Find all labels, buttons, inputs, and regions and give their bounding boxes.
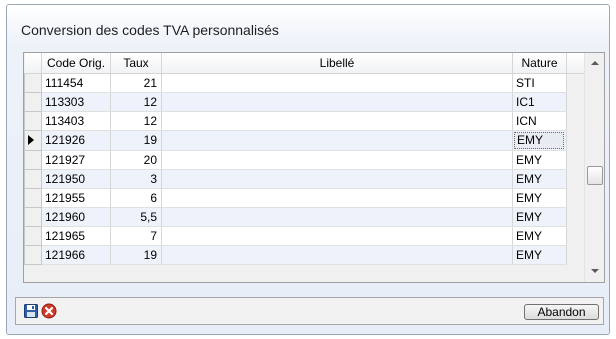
row-selector[interactable] — [24, 225, 42, 246]
cell-nature[interactable]: EMY — [512, 207, 567, 227]
cell-code[interactable]: 121965 — [41, 226, 111, 246]
cell-label[interactable] — [161, 111, 513, 131]
column-header-code[interactable]: Code Orig. — [41, 53, 111, 74]
scrollbar-thumb[interactable] — [587, 166, 603, 185]
cell-code[interactable]: 113403 — [41, 111, 111, 131]
chevron-up-icon — [591, 61, 599, 65]
vat-codes-grid[interactable]: Code Orig. Taux Libellé Nature 111454 21… — [23, 52, 605, 283]
cell-nature[interactable]: ICN — [512, 111, 567, 131]
cell-rate[interactable]: 5,5 — [110, 207, 162, 227]
cell-label[interactable] — [161, 150, 513, 170]
table-row[interactable]: 121950 3 EMY — [24, 168, 586, 189]
header-row: Code Orig. Taux Libellé Nature — [24, 53, 586, 74]
table-row[interactable]: 121960 5,5 EMY — [24, 206, 586, 227]
cell-code[interactable]: 121966 — [41, 245, 111, 265]
table-row[interactable]: 113303 12 IC1 — [24, 91, 586, 112]
row-selector[interactable] — [24, 91, 42, 112]
row-selector[interactable] — [24, 168, 42, 189]
cell-rate[interactable]: 21 — [110, 73, 162, 93]
row-selector[interactable] — [24, 187, 42, 208]
cell-nature[interactable]: EMY — [512, 188, 567, 208]
dialog-window: Conversion des codes TVA personnalisés C… — [6, 4, 610, 335]
row-filler — [566, 130, 586, 150]
column-header-rate[interactable]: Taux — [110, 53, 162, 74]
vertical-scrollbar[interactable] — [584, 53, 604, 282]
cell-rate[interactable]: 20 — [110, 150, 162, 170]
cell-rate[interactable]: 3 — [110, 169, 162, 189]
row-filler — [566, 169, 586, 188]
table-row[interactable]: 121965 7 EMY — [24, 225, 586, 246]
table-row[interactable]: 113403 12 ICN — [24, 110, 586, 131]
save-button[interactable] — [23, 303, 39, 319]
cell-label[interactable] — [161, 169, 513, 189]
scroll-down-button[interactable] — [585, 263, 604, 280]
cancel-icon-button[interactable] — [41, 303, 57, 319]
cell-rate[interactable]: 12 — [110, 111, 162, 131]
cell-nature[interactable]: EMY — [512, 245, 567, 265]
scroll-up-button[interactable] — [585, 55, 604, 72]
cell-label[interactable] — [161, 188, 513, 208]
cell-code[interactable]: 121950 — [41, 169, 111, 189]
cell-nature-focused[interactable]: EMY — [512, 130, 567, 151]
grid-table: Code Orig. Taux Libellé Nature 111454 21… — [24, 53, 586, 265]
row-selector[interactable] — [24, 110, 42, 131]
red-cancel-icon — [41, 303, 57, 319]
row-filler — [566, 73, 586, 92]
cell-nature[interactable]: EMY — [512, 150, 567, 170]
column-header-label[interactable]: Libellé — [161, 53, 513, 74]
cell-label[interactable] — [161, 130, 513, 151]
cell-rate[interactable]: 6 — [110, 188, 162, 208]
cell-label[interactable] — [161, 92, 513, 112]
cell-code[interactable]: 121927 — [41, 150, 111, 170]
row-selector[interactable] — [24, 244, 42, 265]
row-filler — [566, 207, 586, 226]
row-filler — [566, 245, 586, 264]
cell-label[interactable] — [161, 226, 513, 246]
cell-rate[interactable]: 7 — [110, 226, 162, 246]
dialog-title: Conversion des codes TVA personnalisés — [21, 22, 279, 38]
column-header-nature[interactable]: Nature — [512, 53, 567, 74]
cell-code[interactable]: 113303 — [41, 92, 111, 112]
cell-nature[interactable]: EMY — [512, 169, 567, 189]
cell-code[interactable]: 121926 — [41, 130, 111, 151]
cell-label[interactable] — [161, 207, 513, 227]
cell-label[interactable] — [161, 73, 513, 93]
chevron-down-icon — [591, 269, 599, 273]
table-row[interactable]: 121966 19 EMY — [24, 244, 586, 265]
table-row[interactable]: 121927 20 EMY — [24, 149, 586, 170]
row-filler — [566, 188, 586, 207]
focused-cell-value: EMY — [514, 131, 564, 149]
table-row[interactable]: 121955 6 EMY — [24, 187, 586, 208]
cell-rate[interactable]: 12 — [110, 92, 162, 112]
current-row-arrow-icon — [28, 135, 34, 145]
cell-code[interactable]: 121955 — [41, 188, 111, 208]
row-selector-header — [24, 53, 42, 74]
row-filler — [566, 111, 586, 130]
table-row[interactable]: 111454 21 STI — [24, 72, 586, 93]
row-filler — [566, 92, 586, 111]
cell-rate[interactable]: 19 — [110, 245, 162, 265]
row-filler — [566, 150, 586, 169]
floppy-disk-icon — [24, 304, 38, 318]
header-filler — [566, 53, 586, 74]
bottom-toolbar: Abandon — [15, 297, 604, 325]
cell-code[interactable]: 121960 — [41, 207, 111, 227]
row-selector[interactable] — [24, 149, 42, 170]
row-selector[interactable] — [24, 72, 42, 93]
table-row-current[interactable]: 121926 19 EMY — [24, 129, 586, 151]
cell-nature[interactable]: IC1 — [512, 92, 567, 112]
row-selector-current[interactable] — [24, 129, 42, 151]
cell-label[interactable] — [161, 245, 513, 265]
cell-nature[interactable]: EMY — [512, 226, 567, 246]
row-filler — [566, 226, 586, 245]
abandon-button[interactable]: Abandon — [524, 304, 599, 320]
row-selector[interactable] — [24, 206, 42, 227]
cell-nature[interactable]: STI — [512, 73, 567, 93]
cell-code[interactable]: 111454 — [41, 73, 111, 93]
cell-rate[interactable]: 19 — [110, 130, 162, 151]
